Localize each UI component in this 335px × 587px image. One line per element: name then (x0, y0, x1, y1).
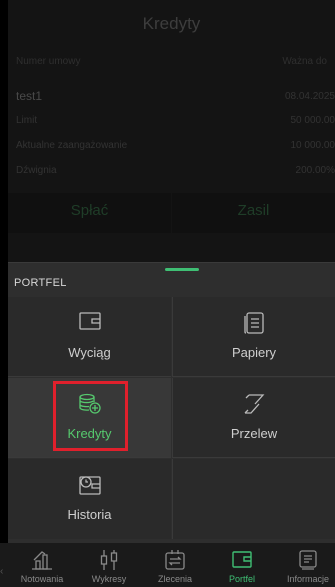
nav-orders[interactable]: Zlecenia (143, 543, 207, 587)
limit-value: 50 000.00 (290, 115, 335, 126)
tile-statement[interactable]: Wyciąg (8, 297, 171, 377)
contract-row: test1 08.04.2025 (16, 89, 335, 103)
chevron-left-icon[interactable]: ‹ (0, 566, 3, 577)
column-valid-until: Ważna do (282, 56, 327, 67)
transfer-icon (244, 394, 265, 414)
info-icon (299, 550, 317, 570)
orders-icon (165, 550, 185, 570)
limit-label: Limit (16, 115, 38, 126)
nav-label: Portfel (228, 574, 255, 584)
engagement-value: 10 000.00 (290, 140, 335, 151)
tile-credits[interactable]: Kredyty (8, 378, 171, 458)
limit-row: Limit 50 000.00 (16, 115, 335, 129)
engagement-label: Aktualne zaangażowanie (16, 140, 128, 151)
candles-icon (100, 550, 118, 570)
nav-quotes[interactable]: Notowania (10, 543, 74, 587)
sheet-title: PORTFEL (14, 277, 67, 289)
bottom-nav: Notowania Wykresy Zlecenia Portfel Infor… (0, 543, 335, 587)
nav-portfolio[interactable]: Portfel (210, 543, 274, 587)
engagement-row: Aktualne zaangażowanie 10 000.00 (16, 140, 335, 154)
page-title: Kredyty (142, 14, 201, 33)
nav-info[interactable]: Informacje (276, 543, 335, 587)
papers-icon (244, 312, 264, 334)
wallet-icon (78, 312, 101, 330)
leverage-row: Dźwignia 200.00% (16, 165, 335, 179)
empty-tile (172, 459, 335, 539)
nav-label: Zlecenia (157, 574, 193, 584)
nav-label: Wykresy (91, 574, 127, 584)
chart-icon (32, 551, 52, 570)
tile-transfer[interactable]: Przelew (172, 378, 335, 458)
nav-label: Notowania (20, 574, 64, 584)
leverage-label: Dźwignia (16, 165, 57, 176)
history-icon (78, 476, 101, 495)
column-contract: Numer umowy (16, 56, 81, 67)
tile-label: Wyciąg (68, 345, 111, 360)
tile-label: Papiery (231, 345, 277, 360)
contract-valid-until: 08.04.2025 (284, 91, 335, 102)
tile-label: Historia (67, 507, 112, 522)
sheet-drag-handle[interactable] (165, 268, 199, 271)
tile-label: Przelew (230, 426, 278, 441)
nav-charts[interactable]: Wykresy (77, 543, 141, 587)
wallet-icon (232, 551, 252, 568)
portfolio-sheet: PORTFEL Wyciąg Papiery Kredyty Przelew H… (8, 262, 335, 587)
fund-button: Zasil (172, 193, 335, 233)
contract-number: test1 (16, 89, 43, 103)
selection-highlight (53, 381, 128, 451)
nav-label: Informacje (286, 574, 330, 584)
tile-history[interactable]: Historia (8, 459, 171, 539)
table-header: Numer umowy Ważna do (16, 56, 335, 70)
tile-securities[interactable]: Papiery (172, 297, 335, 377)
repay-button: Spłać (8, 193, 171, 233)
leverage-value: 200.00% (295, 165, 335, 176)
